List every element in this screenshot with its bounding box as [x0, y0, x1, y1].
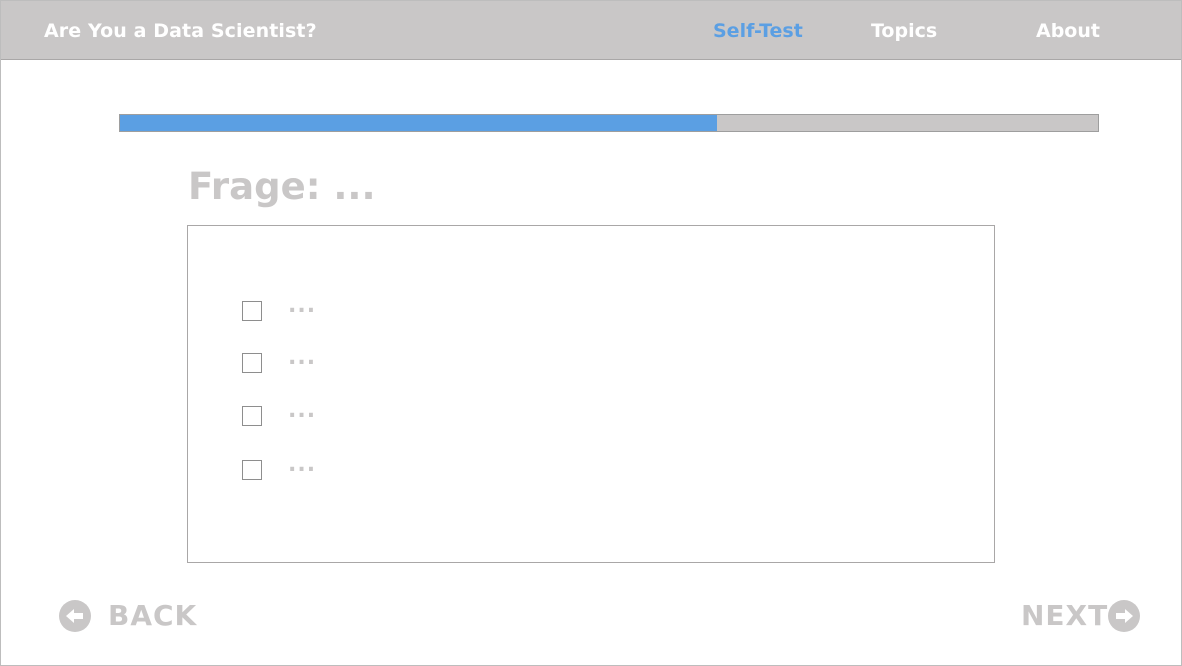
answer-options-panel: ... ... ... ... [187, 225, 995, 563]
progress-bar [119, 114, 1099, 132]
answer-checkbox[interactable] [242, 353, 262, 373]
arrow-left-circle-icon[interactable] [59, 600, 91, 632]
answer-option-label: ... [288, 293, 317, 318]
answer-option[interactable]: ... [242, 345, 542, 375]
back-button-label: BACK [108, 599, 198, 632]
next-button-label: NEXT [1021, 599, 1109, 632]
app-title[interactable]: Are You a Data Scientist? [44, 20, 317, 42]
next-button[interactable]: NEXT [1019, 599, 1145, 633]
answer-option[interactable]: ... [242, 293, 542, 323]
answer-checkbox[interactable] [242, 406, 262, 426]
nav-link-topics[interactable]: Topics [871, 20, 937, 42]
answer-option-label: ... [288, 398, 317, 423]
answer-option-label: ... [288, 345, 317, 370]
nav-link-self-test[interactable]: Self-Test [713, 20, 803, 42]
question-title: Frage: ... [188, 165, 376, 208]
answer-checkbox[interactable] [242, 301, 262, 321]
answer-option[interactable]: ... [242, 398, 542, 428]
app-window: Are You a Data Scientist? Self-Test Topi… [0, 0, 1182, 666]
arrow-right-circle-icon[interactable] [1108, 600, 1140, 632]
progress-bar-fill [120, 115, 717, 131]
nav-link-about[interactable]: About [1036, 20, 1100, 42]
answer-checkbox[interactable] [242, 460, 262, 480]
answer-option-label: ... [288, 452, 317, 477]
back-button[interactable]: BACK [58, 599, 196, 633]
top-navigation-bar: Are You a Data Scientist? Self-Test Topi… [1, 1, 1181, 60]
answer-option[interactable]: ... [242, 452, 542, 482]
